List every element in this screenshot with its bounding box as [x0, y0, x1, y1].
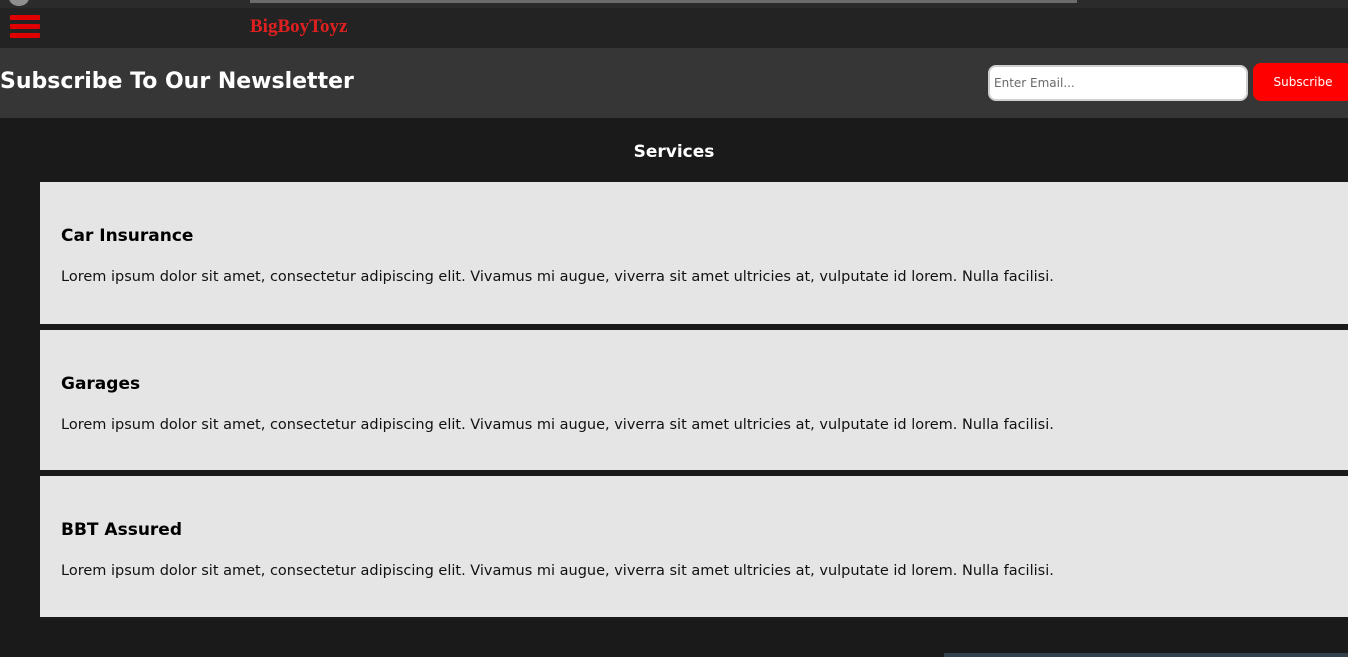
service-card-car-insurance: Car Insurance Lorem ipsum dolor sit amet…: [40, 182, 1348, 324]
footer-edge: [944, 653, 1348, 657]
newsletter-title: Subscribe To Our Newsletter: [0, 69, 354, 94]
hamburger-bar: [10, 33, 40, 38]
services-heading: Services: [633, 142, 715, 162]
service-card-bbt-assured: BBT Assured Lorem ipsum dolor sit amet, …: [40, 476, 1348, 617]
newsletter-section: Subscribe To Our Newsletter Subscribe: [0, 48, 1348, 118]
browser-tab-icon: [9, 0, 29, 6]
hamburger-menu-icon[interactable]: [10, 15, 40, 40]
email-input[interactable]: [988, 65, 1248, 101]
subscribe-button[interactable]: Subscribe: [1253, 63, 1348, 101]
hamburger-bar: [10, 24, 40, 29]
brand-logo-link[interactable]: BigBoyToyz: [250, 16, 348, 38]
top-navbar: BigBoyToyz: [0, 8, 1348, 48]
service-title: Garages: [61, 374, 141, 394]
service-description: Lorem ipsum dolor sit amet, consectetur …: [61, 417, 1054, 433]
service-card-garages: Garages Lorem ipsum dolor sit amet, cons…: [40, 330, 1348, 470]
service-description: Lorem ipsum dolor sit amet, consectetur …: [61, 563, 1054, 579]
service-description: Lorem ipsum dolor sit amet, consectetur …: [61, 269, 1054, 285]
browser-scrollbar[interactable]: [250, 0, 1077, 3]
service-title: BBT Assured: [61, 520, 183, 540]
hamburger-bar: [10, 15, 40, 20]
service-title: Car Insurance: [61, 226, 194, 246]
